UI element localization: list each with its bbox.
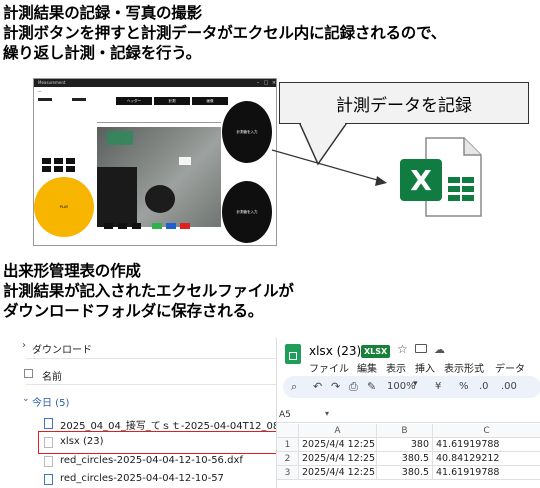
table-cell[interactable]: 380.5	[377, 452, 433, 466]
undo-icon[interactable]: ↶	[313, 380, 322, 393]
column-name-header[interactable]: 名前	[42, 368, 62, 383]
cloud-status-icon[interactable]: ☁	[434, 343, 445, 356]
file-row[interactable]: 2025_04_04_接写_てｓｔ-2025-04-04T12_08...	[60, 417, 289, 432]
menu-file[interactable]: ファイル	[309, 360, 349, 375]
menu-insert[interactable]: 挿入	[415, 360, 435, 375]
section2-desc-line2: ダウンロードフォルダに保存される。	[3, 302, 264, 320]
column-header[interactable]: A	[299, 424, 377, 438]
menu-view[interactable]: 表示	[386, 360, 406, 375]
excel-icon: X	[400, 137, 482, 221]
cell-reference[interactable]: A5	[279, 410, 291, 420]
search-icon[interactable]: ⌕	[291, 380, 297, 394]
redo-icon[interactable]: ↷	[331, 380, 340, 393]
table-cell[interactable]: 2025/4/4 12:25	[299, 438, 377, 452]
paint-format-icon[interactable]: ✎	[367, 380, 376, 393]
file-blank-icon	[44, 456, 53, 467]
folder-breadcrumb[interactable]: ダウンロード	[32, 341, 92, 356]
table-cell[interactable]: 41.61919788	[433, 466, 540, 480]
sheets-window: xlsx (23) XLSX ☆ ☁ ファイル 編集 表示 挿入 表示形式 デー…	[276, 338, 540, 488]
section2-desc-line1: 計測結果が記入されたエクセルファイルが	[3, 282, 294, 300]
zoom-select[interactable]: 100%	[387, 381, 416, 392]
currency-button[interactable]: ¥	[435, 381, 441, 392]
file-row[interactable]: red_circles-2025-04-04-12-10-56.dxf	[60, 455, 243, 466]
menu-format[interactable]: 表示形式	[444, 360, 484, 375]
folder-chevron-icon[interactable]: ›	[22, 340, 26, 351]
section2-title: 出来形管理表の作成	[3, 262, 141, 280]
star-icon[interactable]: ☆	[397, 342, 408, 356]
increase-decimal-button[interactable]: .00	[501, 381, 517, 392]
column-header[interactable]: B	[377, 424, 433, 438]
print-icon[interactable]: ⎙	[349, 380, 358, 394]
sheets-logo-icon	[285, 344, 301, 364]
arrow-line	[271, 149, 385, 183]
file-doc-icon	[44, 474, 53, 485]
decrease-decimal-button[interactable]: .0	[479, 381, 489, 392]
group-chevron-icon[interactable]: ⌄	[22, 394, 30, 404]
table-cell[interactable]: 41.61919788	[433, 438, 540, 452]
table-cell[interactable]: 2025/4/4 12:25	[299, 452, 377, 466]
sheets-logo-grid	[289, 352, 297, 360]
file-row-xlsx[interactable]: xlsx (23)	[60, 436, 104, 447]
table-cell[interactable]: 2025/4/4 12:25	[299, 466, 377, 480]
callout-text: 計測データを記録	[336, 95, 472, 116]
menu-data[interactable]: データ	[495, 360, 525, 375]
column-header[interactable]: C	[433, 424, 540, 438]
select-all-checkbox[interactable]	[24, 369, 33, 378]
file-blank-icon	[44, 437, 53, 448]
sheets-title[interactable]: xlsx (23)	[309, 344, 361, 358]
percent-button[interactable]: %	[459, 381, 469, 392]
file-row[interactable]: red_circles-2025-04-04-12-10-57	[60, 473, 224, 484]
menu-edit[interactable]: 編集	[357, 360, 377, 375]
move-folder-icon[interactable]	[415, 344, 427, 353]
corner-cell[interactable]	[277, 424, 299, 438]
cell-ref-chevron-icon[interactable]: ▾	[325, 409, 329, 418]
group-today[interactable]: 今日 (5)	[32, 394, 69, 409]
table-cell[interactable]: 380.5	[377, 466, 433, 480]
arrow-head	[375, 176, 387, 186]
row-header[interactable]: 2	[277, 452, 299, 466]
row-header[interactable]: 1	[277, 438, 299, 452]
zoom-chevron-icon[interactable]: ▾	[413, 379, 418, 389]
excel-letter: X	[410, 163, 432, 197]
formula-divider	[277, 422, 540, 423]
file-doc-icon	[44, 418, 53, 429]
table-cell[interactable]: 380	[377, 438, 433, 452]
explorer-divider	[26, 384, 276, 385]
explorer-divider	[26, 358, 276, 359]
row-header[interactable]: 3	[277, 466, 299, 480]
table-cell[interactable]: 40.84129212	[433, 452, 540, 466]
xlsx-badge: XLSX	[361, 345, 391, 358]
callout-tail	[298, 123, 348, 166]
